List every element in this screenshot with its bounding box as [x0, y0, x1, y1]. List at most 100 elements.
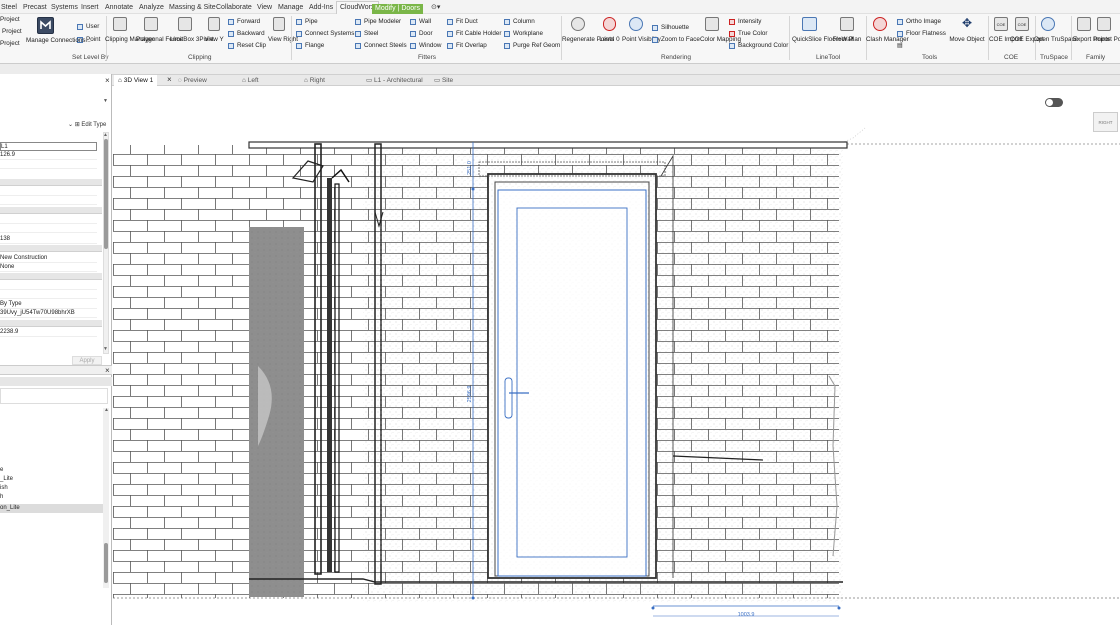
true-color-button[interactable]: True Color	[738, 30, 768, 38]
floor-plan-button[interactable]: Floor Plan	[832, 36, 862, 44]
pipe-modeler-button[interactable]: Pipe Modeler	[364, 18, 401, 26]
tab-3d-view-1[interactable]: ⌂ 3D View 1	[114, 75, 158, 86]
manage-connections-icon[interactable]	[37, 17, 54, 34]
property-value[interactable]: None	[0, 263, 97, 272]
tab-l1-architectural[interactable]: ▭ L1 - Architectural	[366, 75, 423, 86]
workplane-button[interactable]: Workplane	[513, 30, 543, 38]
level-0-button[interactable]: Level 0	[597, 36, 622, 44]
property-group-header[interactable]	[0, 179, 102, 186]
view-right-icon[interactable]	[273, 17, 285, 31]
clash-manager-button[interactable]: Clash Manager	[866, 36, 909, 44]
door-button[interactable]: Door	[419, 30, 433, 38]
clash-manager-icon[interactable]	[873, 17, 887, 31]
close-icon[interactable]: ×	[105, 366, 110, 375]
clipping-manager-icon[interactable]	[113, 17, 127, 31]
regenerate-points-icon[interactable]	[571, 17, 585, 31]
fit-cable-holder-button[interactable]: Fit Cable Holder	[456, 30, 502, 38]
menu-modify-doors[interactable]: Modify | Doors	[372, 4, 423, 14]
limitbox-icon[interactable]	[178, 17, 192, 31]
wall-button[interactable]: Wall	[419, 18, 431, 26]
color-mapping-button[interactable]: Color Mapping	[700, 36, 741, 44]
point-cloud-scene[interactable]: 251.0 2596.9 1003.9	[113, 86, 1120, 625]
browser-scrollbar[interactable]	[103, 408, 109, 588]
fit-overlap-button[interactable]: Fit Overlap	[456, 42, 487, 50]
view-cube[interactable]: RIGHT	[1093, 112, 1118, 132]
door-handle-plate[interactable]	[504, 377, 513, 419]
point-visibility-icon[interactable]	[629, 17, 643, 31]
dimension-node[interactable]	[651, 606, 655, 610]
view-y-button[interactable]: View Y	[203, 36, 225, 44]
limitbox-3point-button[interactable]: LimitBox 3Point	[170, 36, 214, 44]
property-value[interactable]	[0, 187, 97, 196]
project-label-a[interactable]: Project	[0, 16, 20, 24]
open-truspace-button[interactable]: Open TruSpace	[1034, 36, 1078, 44]
tab-left[interactable]: ⌂ Left	[242, 75, 259, 86]
chevron-up-icon[interactable]: ▲	[104, 407, 109, 413]
connect-steels-button[interactable]: Connect Steels	[364, 42, 407, 50]
open-truspace-icon[interactable]	[1041, 17, 1055, 31]
silhouette-button[interactable]: Silhouette	[661, 24, 689, 32]
export-points-icon[interactable]	[1077, 17, 1091, 31]
menu-precast[interactable]: Precast	[22, 2, 48, 13]
property-group-header[interactable]	[0, 207, 102, 214]
view-right-button[interactable]: View Right	[268, 36, 298, 44]
dimension-label-top[interactable]: 251.0	[467, 161, 473, 175]
dimension-label-height[interactable]: 2596.9	[467, 386, 473, 403]
view-y-icon[interactable]	[208, 17, 220, 31]
menu-massing-site[interactable]: Massing & Site	[168, 2, 217, 13]
menu-systems[interactable]: Systems	[50, 2, 79, 13]
tab-preview[interactable]: ◌ Preview	[178, 75, 207, 86]
tab-site[interactable]: ▭ Site	[434, 75, 453, 86]
property-value[interactable]: 138	[0, 235, 97, 244]
import-points-button[interactable]: Import Points	[1094, 36, 1120, 44]
property-value[interactable]: L1	[0, 142, 97, 151]
project-label-b[interactable]: Project	[2, 28, 22, 36]
door-model[interactable]	[497, 189, 647, 577]
property-group-header[interactable]	[0, 245, 102, 252]
pipe-button[interactable]: Pipe	[305, 18, 318, 26]
navigation-toggle[interactable]	[1045, 98, 1063, 107]
close-icon[interactable]: ×	[105, 76, 110, 85]
polygonal-fence-icon[interactable]	[144, 17, 158, 31]
browser-item[interactable]: h	[0, 493, 97, 502]
point-visibility-button[interactable]: Point Visibility	[622, 36, 661, 44]
property-group-header[interactable]	[0, 273, 102, 280]
apply-button[interactable]: Apply	[72, 356, 102, 365]
coe-import-icon[interactable]: COE	[994, 17, 1008, 31]
dimension-label-width[interactable]: 1003.9	[738, 612, 755, 618]
property-value[interactable]	[0, 281, 97, 290]
tab-right[interactable]: ⌂ Right	[304, 75, 325, 86]
3d-viewport[interactable]: 251.0 2596.9 1003.9 RIGHT	[113, 86, 1120, 625]
coe-export-icon[interactable]: COE	[1015, 17, 1029, 31]
property-value[interactable]	[0, 196, 97, 205]
browser-item[interactable]: _Lite	[0, 475, 97, 484]
edit-type-button[interactable]: ⌄ ⊞ Edit Type	[68, 121, 106, 128]
backward-button[interactable]: Backward	[237, 30, 265, 38]
manage-connections-button[interactable]: Manage Connections...	[26, 37, 91, 45]
property-group-header[interactable]	[0, 320, 102, 327]
purge-ref-geom-button[interactable]: Purge Ref Geom	[513, 42, 560, 50]
menu-add-ins[interactable]: Add-Ins	[308, 2, 334, 13]
property-value[interactable]	[0, 215, 97, 224]
coe-export-button[interactable]: COE Export	[1010, 36, 1044, 44]
column-button[interactable]: Column	[513, 18, 535, 26]
dimension-node[interactable]	[471, 596, 475, 600]
browser-item[interactable]: ish	[0, 484, 97, 493]
property-value[interactable]: By Type	[0, 300, 97, 309]
browser-item[interactable]: e	[0, 466, 97, 475]
property-value[interactable]: New Construction	[0, 254, 97, 263]
menu-steel[interactable]: Steel	[0, 2, 18, 13]
level-0-icon[interactable]	[603, 17, 616, 31]
clipping-manager-button[interactable]: Clipping Manager	[105, 36, 154, 44]
chevron-up-icon[interactable]: ▲	[103, 132, 108, 138]
properties-scrollbar[interactable]	[103, 132, 109, 354]
user-button[interactable]: User	[86, 23, 99, 31]
polygonal-fence-button[interactable]: Polygonal Fence	[136, 36, 183, 44]
property-value[interactable]	[0, 290, 97, 299]
reset-clip-button[interactable]: Reset Clip	[237, 42, 266, 50]
scrollbar-thumb[interactable]	[104, 543, 108, 583]
menu-annotate[interactable]: Annotate	[104, 2, 134, 13]
dimension-node[interactable]	[837, 606, 841, 610]
scrollbar-thumb[interactable]	[104, 139, 108, 249]
regenerate-points-button[interactable]: Regenerate Points	[562, 36, 614, 44]
